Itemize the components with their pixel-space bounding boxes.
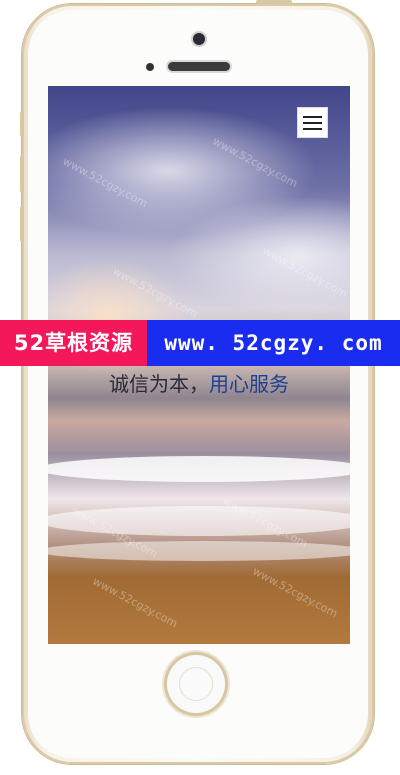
home-button-icon[interactable] xyxy=(167,655,225,713)
power-button xyxy=(256,0,292,4)
watermark: www.52cgzy.com xyxy=(250,564,340,621)
brand-banner: 52草根资源 xyxy=(0,320,147,366)
menu-bar xyxy=(303,121,322,124)
site-url-banner: www. 52cgzy. com xyxy=(147,320,400,366)
watermark: www.52cgzy.com xyxy=(90,574,180,631)
volume-up-button xyxy=(20,156,24,192)
proximity-sensor xyxy=(146,63,154,71)
menu-bar xyxy=(303,115,322,118)
wave-foam xyxy=(48,456,350,482)
slogan-part2: 用心服务 xyxy=(209,372,289,396)
front-camera-icon xyxy=(193,33,205,45)
menu-bar xyxy=(303,127,322,130)
mute-switch xyxy=(20,112,24,136)
earpiece-speaker-icon xyxy=(168,62,230,71)
slogan-part1: 诚信为本， xyxy=(109,372,209,396)
hamburger-menu-icon[interactable] xyxy=(297,107,328,138)
home-button-ring xyxy=(179,667,213,701)
hero-slogan: 诚信为本，用心服务 xyxy=(48,368,350,397)
volume-down-button xyxy=(20,206,24,242)
